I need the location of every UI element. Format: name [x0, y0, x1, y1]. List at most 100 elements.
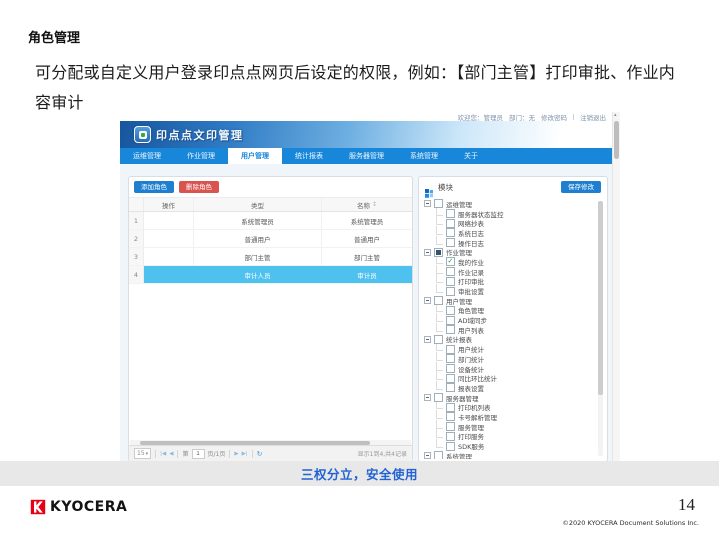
- checkbox[interactable]: [446, 364, 455, 373]
- expander-icon[interactable]: [424, 200, 431, 207]
- tree-item[interactable]: 设备统计: [424, 364, 595, 374]
- nav-tab[interactable]: 用户管理: [228, 148, 282, 164]
- tree-item[interactable]: 用户统计: [424, 344, 595, 354]
- refresh-button[interactable]: [257, 450, 263, 458]
- tree-item[interactable]: 运维管理: [424, 199, 595, 209]
- save-changes-button[interactable]: 保存修改: [561, 181, 601, 193]
- checkbox[interactable]: [446, 219, 455, 228]
- roles-panel: 添加角色 删除角色 操作 类型 名称 1 系统管理员 系统管理员: [128, 176, 413, 461]
- tree-item[interactable]: 服务器状态监控: [424, 209, 595, 219]
- change-password-link[interactable]: 修改密码: [541, 112, 567, 122]
- checkbox[interactable]: [446, 374, 455, 383]
- tree-item[interactable]: 我的作业: [424, 257, 595, 267]
- 普通用户[interactable]: 2 普通用户 普通用户: [129, 230, 412, 248]
- expander-icon[interactable]: [424, 336, 431, 343]
- tree-item[interactable]: 作业管理: [424, 247, 595, 257]
- add-role-button[interactable]: 添加角色: [134, 181, 174, 193]
- checkbox[interactable]: [446, 277, 455, 286]
- checkbox[interactable]: [446, 228, 455, 237]
- nav-tab[interactable]: 作业管理: [174, 148, 228, 164]
- expander-icon[interactable]: [424, 297, 431, 304]
- checkbox[interactable]: [446, 257, 455, 266]
- nav-tab-label: 服务器管理: [349, 151, 384, 161]
- checkbox[interactable]: [446, 422, 455, 431]
- tree-item[interactable]: 网络抄表: [424, 218, 595, 228]
- tree-item[interactable]: 打印服务: [424, 432, 595, 442]
- modules-grid-icon: [425, 183, 434, 192]
- nav-tab[interactable]: 系统管理: [397, 148, 451, 164]
- 审计员[interactable]: 4 审计人员 审计员: [129, 266, 412, 284]
- tree-item[interactable]: 系统管理: [424, 451, 595, 459]
- tree-item[interactable]: SDK服务: [424, 441, 595, 451]
- checkbox[interactable]: [434, 248, 443, 257]
- tree-item[interactable]: 统计报表: [424, 335, 595, 345]
- nav-tab[interactable]: 运维管理: [120, 148, 174, 164]
- checkbox[interactable]: [446, 238, 455, 247]
- tree-item-label: 部门统计: [458, 354, 484, 364]
- app-title: 印点点文印管理: [156, 127, 244, 143]
- checkbox[interactable]: [446, 306, 455, 315]
- tree-item-label: 作业管理: [446, 247, 472, 257]
- scrollbar-thumb[interactable]: [598, 201, 603, 395]
- nav-tab[interactable]: 统计报表: [282, 148, 336, 164]
- nav-bar: 运维管理作业管理用户管理统计报表 服务器管理 系统管理关于: [120, 148, 613, 164]
- tree-item[interactable]: 服务器管理: [424, 393, 595, 403]
- tree-item[interactable]: 操作日志: [424, 238, 595, 248]
- expander-icon[interactable]: [424, 249, 431, 256]
- checkbox[interactable]: [446, 316, 455, 325]
- 部门主管[interactable]: 3 部门主管 部门主管: [129, 248, 412, 266]
- page-number-input[interactable]: [192, 449, 205, 459]
- checkbox[interactable]: [446, 412, 455, 421]
- checkbox[interactable]: [434, 393, 443, 402]
- scrollbar-thumb[interactable]: [614, 121, 619, 159]
- tree-item[interactable]: 打印审批: [424, 277, 595, 287]
- checkbox[interactable]: [434, 199, 443, 208]
- column-operation[interactable]: 操作: [144, 198, 194, 211]
- 系统管理员[interactable]: 1 系统管理员 系统管理员: [129, 212, 412, 230]
- tree-item[interactable]: 用户列表: [424, 325, 595, 335]
- checkbox[interactable]: [446, 325, 455, 334]
- expander-icon[interactable]: [424, 452, 431, 459]
- checkbox[interactable]: [446, 403, 455, 412]
- checkbox[interactable]: [446, 267, 455, 276]
- next-page-button[interactable]: [234, 451, 238, 457]
- tree-item-label: 审批设置: [458, 286, 484, 296]
- checkbox[interactable]: [434, 296, 443, 305]
- checkbox[interactable]: [446, 345, 455, 354]
- column-type[interactable]: 类型: [194, 198, 322, 211]
- checkbox[interactable]: [446, 383, 455, 392]
- tree-scrollbar[interactable]: [598, 201, 603, 456]
- checkbox[interactable]: [446, 354, 455, 363]
- checkbox[interactable]: [446, 442, 455, 451]
- tree-item[interactable]: 用户管理: [424, 296, 595, 306]
- tree-item[interactable]: 角色管理: [424, 306, 595, 316]
- checkbox[interactable]: [434, 451, 443, 459]
- tree-item[interactable]: 服务管理: [424, 422, 595, 432]
- first-page-button[interactable]: [160, 451, 166, 457]
- tree-item[interactable]: 作业记录: [424, 267, 595, 277]
- checkbox[interactable]: [446, 209, 455, 218]
- tree-item[interactable]: AD域同步: [424, 315, 595, 325]
- checkbox[interactable]: [446, 287, 455, 296]
- tree-item[interactable]: 系统日志: [424, 228, 595, 238]
- tree-item[interactable]: 同比环比统计: [424, 373, 595, 383]
- tree-item[interactable]: 部门统计: [424, 354, 595, 364]
- delete-role-button[interactable]: 删除角色: [179, 181, 219, 193]
- tree-item[interactable]: 审批设置: [424, 286, 595, 296]
- welcome-department: 部门：无: [509, 112, 535, 122]
- tree-item[interactable]: 报表设置: [424, 383, 595, 393]
- checkbox[interactable]: [446, 432, 455, 441]
- column-name[interactable]: 名称: [322, 198, 412, 211]
- page-size-select[interactable]: 15: [134, 448, 151, 459]
- app-scrollbar[interactable]: [612, 112, 620, 461]
- prev-page-button[interactable]: [169, 451, 173, 457]
- tree-item[interactable]: 打印机列表: [424, 402, 595, 412]
- tree-item[interactable]: 卡号解析管理: [424, 412, 595, 422]
- nav-tab[interactable]: 关于: [451, 148, 491, 164]
- nav-tab[interactable]: 服务器管理: [336, 148, 397, 164]
- expander-icon[interactable]: [424, 394, 431, 401]
- logout-link[interactable]: 注销退出: [580, 112, 606, 122]
- last-page-button[interactable]: [242, 451, 248, 457]
- checkbox[interactable]: [434, 335, 443, 344]
- sort-icon[interactable]: [370, 201, 377, 208]
